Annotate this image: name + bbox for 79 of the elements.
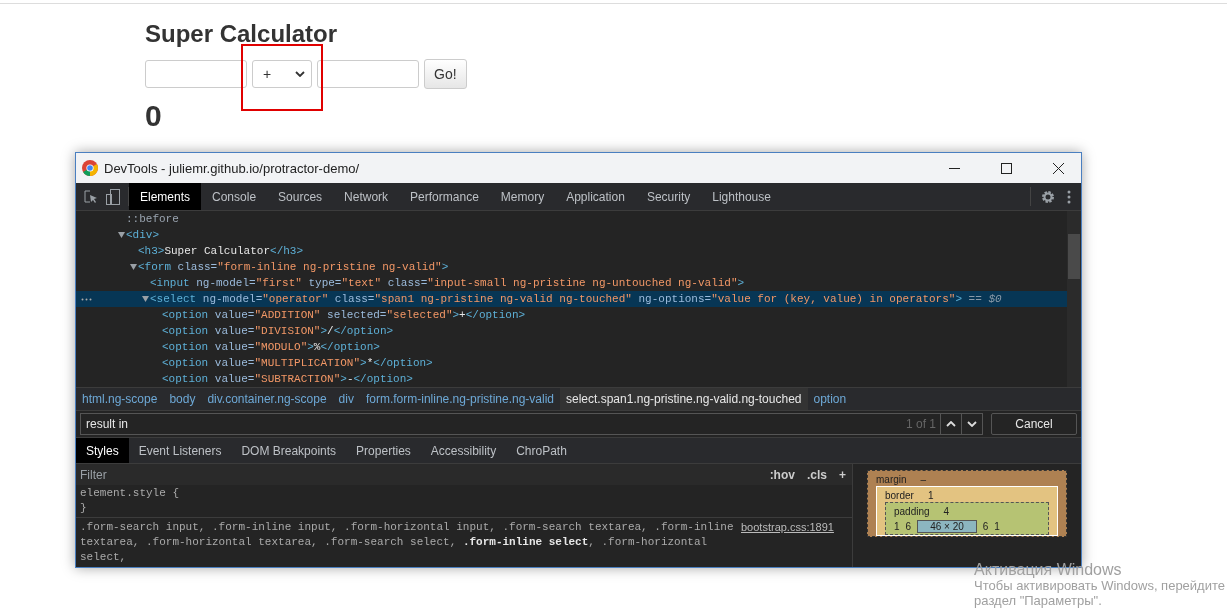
style-rule-close: } — [80, 501, 88, 516]
code-line[interactable]: <div> — [126, 227, 159, 243]
panel-tab[interactable]: Event Listeners — [128, 438, 232, 463]
breadcrumb-item[interactable]: html.ng-scope — [76, 388, 164, 410]
panel-tab[interactable]: ChroPath — [506, 438, 577, 463]
cancel-button[interactable]: Cancel — [991, 413, 1077, 435]
breadcrumb-item[interactable]: form.form-inline.ng-pristine.ng-valid — [359, 388, 560, 410]
maximize-icon — [1000, 162, 1012, 174]
result-value: 0 — [145, 99, 163, 133]
filter-field[interactable]: Filter — [80, 467, 764, 482]
style-rule-header: element.style { — [80, 486, 181, 501]
code-line[interactable]: <option value="ADDITION" selected="selected">+</option> — [162, 307, 526, 323]
devtools-tab[interactable]: Network — [333, 183, 400, 210]
code-line[interactable]: <input ng-model="first" type="text" class="input-small ng-pristine ng-untouched ng-valid"> — [150, 275, 745, 291]
breadcrumb-item[interactable]: div — [332, 388, 360, 410]
inspect-element-icon[interactable] — [84, 189, 98, 204]
devtools-tab[interactable]: Memory — [489, 183, 556, 210]
padding-label: padding — [894, 505, 930, 518]
expand-triangle-icon[interactable] — [117, 232, 125, 238]
devtools-tab[interactable]: Lighthouse — [701, 183, 782, 210]
devtools-tab[interactable]: Sources — [267, 183, 334, 210]
padding-left-value: 6 — [905, 520, 912, 532]
panel-tab[interactable]: Properties — [346, 438, 421, 463]
breadcrumb-item[interactable]: select.span1.ng-pristine.ng-valid.ng-touched — [560, 388, 808, 410]
window-title: DevTools - juliemr.github.io/protractor-demo/ — [104, 160, 360, 176]
chevron-down-icon — [295, 71, 305, 77]
panel-tab[interactable]: Styles — [76, 438, 129, 463]
settings-icon[interactable] — [1041, 189, 1055, 204]
more-options-icon[interactable] — [1067, 189, 1071, 204]
activation-notice-text: Чтобы активировать Windows, перейдите — [974, 578, 1225, 593]
new-rule-button[interactable]: + — [833, 467, 852, 482]
chevron-down-icon — [967, 421, 977, 427]
border-left-value: 1 — [894, 520, 900, 532]
padding-value: 4 — [943, 505, 950, 518]
scrollbar-thumb[interactable] — [1068, 234, 1080, 279]
breadcrumb-item[interactable]: div.container.ng-scope — [201, 388, 333, 410]
hover-state-button[interactable]: :hov — [763, 467, 801, 482]
devtools-tab[interactable]: Application — [555, 183, 636, 210]
code-line[interactable]: <option value="MODULO">%</option> — [162, 339, 380, 355]
breadcrumb-item[interactable]: option — [807, 388, 853, 410]
expand-triangle-icon[interactable] — [129, 264, 137, 270]
devtools-tab[interactable]: Console — [201, 183, 268, 210]
panel-tab[interactable]: Accessibility — [420, 438, 507, 463]
devtools-tab[interactable]: Performance — [399, 183, 490, 210]
browser-logo-icon — [82, 160, 98, 176]
close-icon — [1052, 162, 1064, 174]
rule-selector: .form-search input, .form-inline input, .form-horizontal input, .form-search textarea, .form-inline textarea, .form-horizontal textarea, .form-search select, .form-inline select, .form-horizontal select, — [80, 520, 735, 565]
code-line[interactable]: <option value="SUBTRACTION">-</option> — [162, 371, 413, 387]
margin-value: – — [920, 473, 927, 486]
devtools-tab[interactable]: Security — [635, 183, 702, 210]
go-button[interactable]: Go! — [424, 59, 467, 89]
more-actions-icon[interactable] — [81, 298, 92, 301]
breadcrumb-item[interactable]: body — [163, 388, 202, 410]
match-count: 1 of 1 — [905, 417, 937, 431]
search-field[interactable]: result in 1 of 1 — [80, 413, 983, 435]
minimize-icon — [948, 167, 960, 169]
second-number-field[interactable] — [317, 60, 419, 88]
border-label: border — [885, 489, 914, 502]
content-size: 46 × 20 — [917, 519, 977, 533]
device-toolbar-icon[interactable] — [106, 188, 120, 205]
operator-select[interactable]: + — [252, 60, 312, 88]
border-value: 1 — [927, 489, 934, 502]
code-line[interactable]: ::before — [126, 211, 179, 227]
code-line[interactable]: <h3>Super Calculator</h3> — [138, 243, 304, 259]
expand-triangle-icon[interactable] — [141, 296, 149, 302]
page-heading: Super Calculator — [145, 19, 339, 49]
first-number-field[interactable] — [145, 60, 247, 88]
padding-right-value: 6 — [982, 520, 989, 532]
source-link[interactable]: bootstrap.css:1891 — [741, 520, 834, 565]
activation-notice-text: раздел "Параметры". — [974, 593, 1103, 608]
code-line[interactable]: <option value="DIVISION">/</option> — [162, 323, 394, 339]
panel-tab[interactable]: DOM Breakpoints — [231, 438, 347, 463]
margin-label: margin — [876, 473, 907, 486]
code-line[interactable]: <option value="MULTIPLICATION">*</option> — [162, 355, 433, 371]
border-right-value: 1 — [994, 520, 1000, 532]
class-toggle-button[interactable]: .cls — [800, 467, 833, 482]
code-line[interactable]: <form class="form-inline ng-pristine ng-valid"> — [138, 259, 449, 275]
chevron-up-icon — [946, 421, 956, 427]
devtools-tab[interactable]: Elements — [129, 183, 202, 210]
